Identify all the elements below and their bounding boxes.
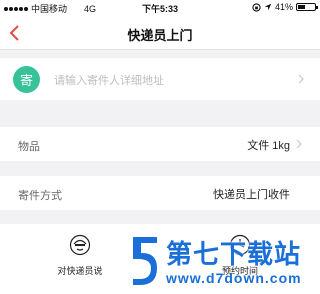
- status-right: 41%: [252, 2, 318, 12]
- item-value: 文件 1kg: [247, 140, 290, 152]
- location-arrow-icon: [264, 3, 272, 11]
- method-row[interactable]: 寄件方式 快递员上门收件: [0, 176, 320, 210]
- talk-to-courier-button[interactable]: 对快递员说: [52, 234, 108, 277]
- chevron-right-icon: [296, 139, 302, 149]
- method-label: 寄件方式: [18, 190, 62, 202]
- battery-icon: [296, 3, 318, 11]
- battery-percent: 41%: [274, 2, 293, 12]
- nav-bar: 快递员上门: [0, 16, 320, 50]
- watermark-url: www.d7down.com: [166, 270, 302, 286]
- status-bar: 中国移动 4G 下午5:33 41%: [0, 0, 320, 16]
- watermark-name: 第七下载站: [166, 239, 302, 269]
- item-row[interactable]: 物品 文件 1kg: [0, 127, 320, 161]
- lock-rotation-icon: [252, 2, 261, 12]
- page-title: 快递员上门: [127, 28, 193, 43]
- chevron-right-icon: [298, 74, 304, 84]
- item-label: 物品: [18, 141, 40, 153]
- courier-icon: [69, 234, 91, 256]
- sender-badge: 寄: [13, 66, 40, 93]
- talk-to-courier-label: 对快递员说: [57, 266, 103, 276]
- method-value: 快递员上门收件: [213, 189, 290, 201]
- sender-address-placeholder: 请输入寄件人详细地址: [54, 75, 164, 87]
- watermark: 第七下载站 www.d7down.com: [128, 230, 320, 294]
- sender-address-row[interactable]: 寄 请输入寄件人详细地址: [0, 58, 320, 100]
- watermark-logo-icon: [131, 235, 160, 287]
